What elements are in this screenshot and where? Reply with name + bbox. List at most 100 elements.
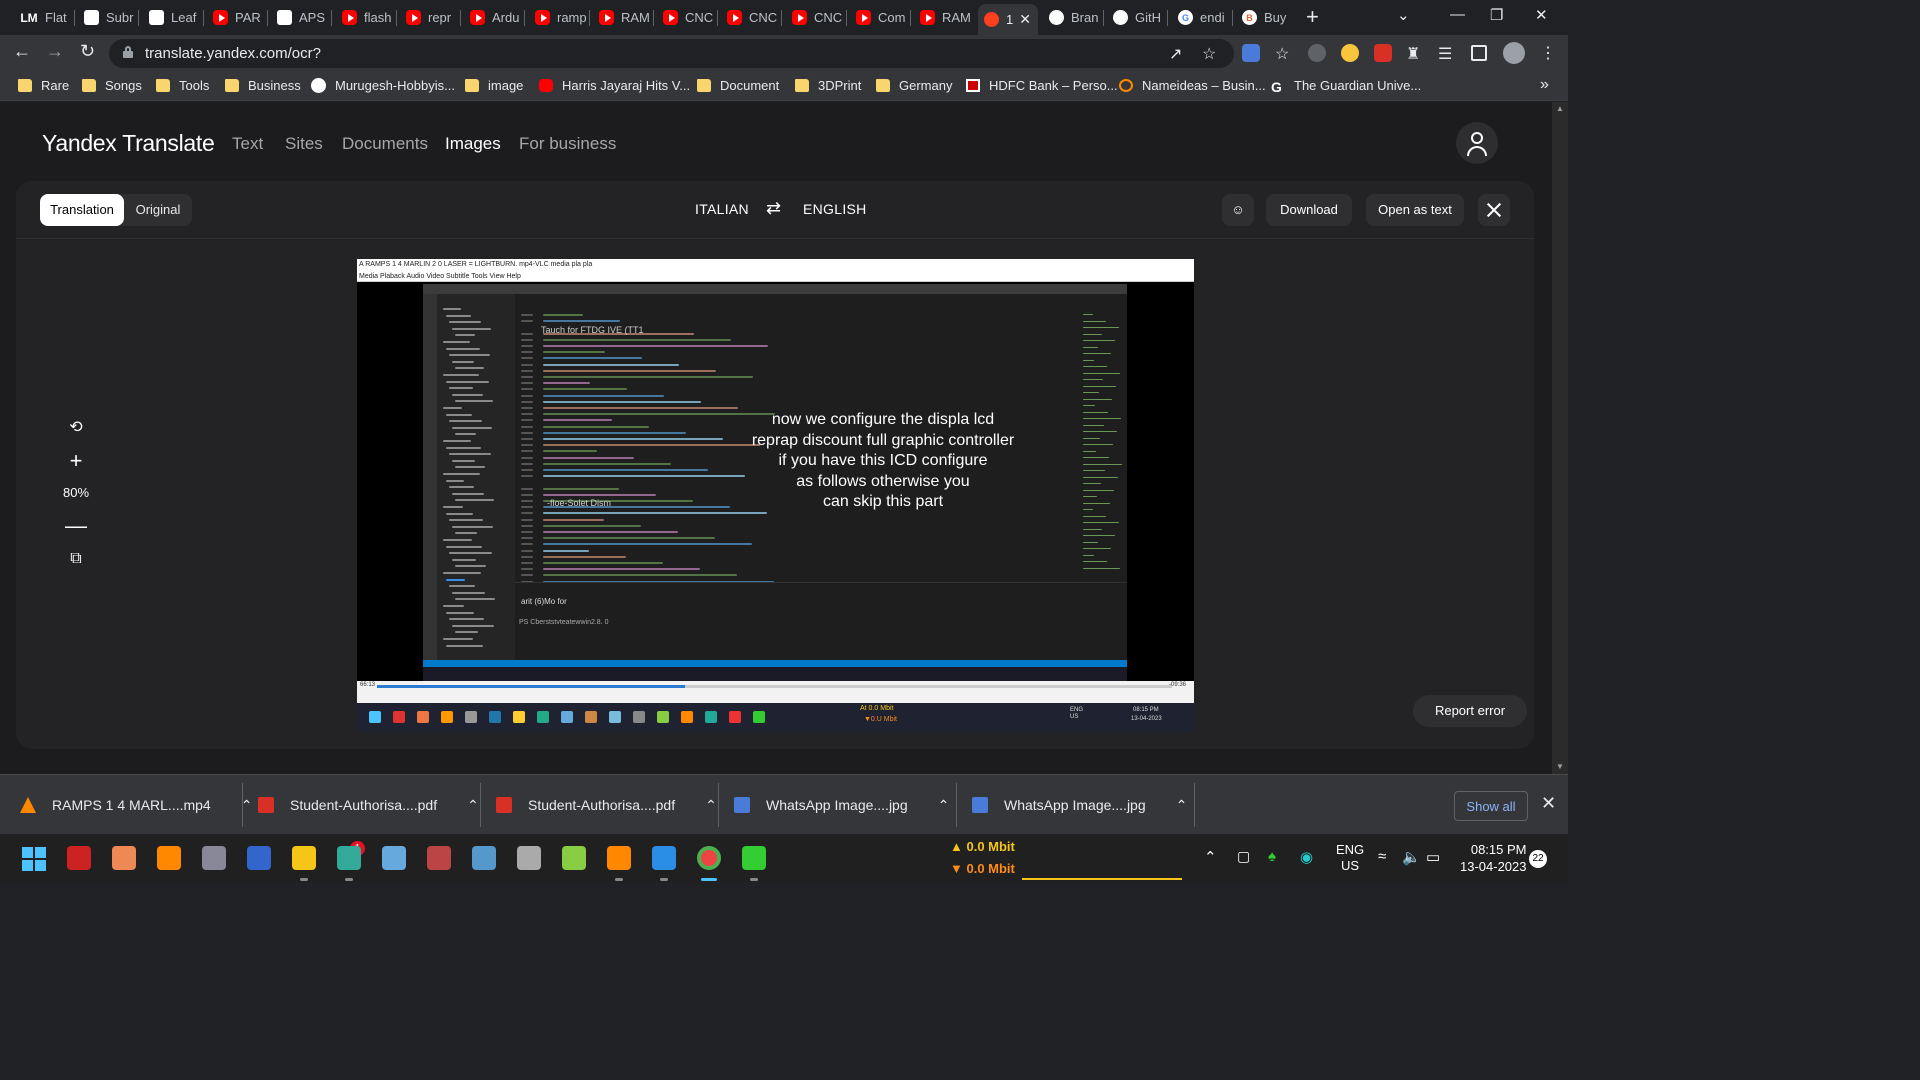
vlc-app-icon[interactable]	[607, 846, 631, 870]
translation-view-button[interactable]: Translation	[40, 194, 124, 226]
fit-icon[interactable]: ⧉	[50, 542, 102, 575]
bookmark-item[interactable]: G The Guardian Unive...	[1271, 78, 1421, 95]
rotate-icon[interactable]: ⟲	[50, 411, 102, 444]
bookmark-item[interactable]: image	[465, 78, 523, 93]
volume-icon[interactable]: 🔈	[1402, 848, 1421, 866]
browser-tab[interactable]: PAR	[207, 4, 265, 31]
menu-icon[interactable]: ⋮	[1540, 43, 1556, 63]
bookmark-item[interactable]: Germany	[876, 78, 952, 93]
minimize-icon[interactable]: —	[1450, 6, 1465, 23]
browser-tab[interactable]: 1 ✕	[978, 4, 1038, 35]
bookmarks-overflow-icon[interactable]: »	[1540, 76, 1549, 94]
windows-start-icon[interactable]	[22, 847, 46, 871]
restore-icon[interactable]: ❐	[1490, 6, 1503, 24]
chevron-up-icon[interactable]: ⌃	[938, 797, 950, 814]
browser-tab[interactable]: CNC	[657, 4, 715, 31]
page-scrollbar[interactable]: ▲ ▼	[1552, 102, 1568, 774]
nav-text[interactable]: Text	[232, 134, 263, 154]
tab-search-icon[interactable]: ⌄	[1397, 6, 1410, 24]
chrome-app-icon[interactable]	[697, 846, 721, 870]
close-downloads-icon[interactable]: ✕	[1541, 793, 1556, 814]
bookmark-item[interactable]: Murugesh-Hobbyis...	[311, 78, 455, 93]
nav-for-business[interactable]: For business	[519, 134, 616, 154]
download-button[interactable]: Download	[1266, 194, 1352, 226]
extension-icon-2[interactable]	[1341, 44, 1359, 62]
profile-avatar[interactable]	[1503, 42, 1525, 64]
cura-app-icon[interactable]	[247, 846, 271, 870]
bookmark-item[interactable]: Rare	[18, 78, 69, 93]
bookmark-item[interactable]: Business	[225, 78, 301, 93]
url-text[interactable]: translate.yandex.com/ocr?	[145, 45, 321, 62]
show-all-button[interactable]: Show all	[1454, 791, 1528, 821]
logo[interactable]: Yandex Translate	[42, 130, 215, 157]
scroll-down-icon[interactable]: ▼	[1556, 762, 1564, 771]
download-item[interactable]: WhatsApp Image....jpg ⌃	[734, 775, 949, 835]
browser-tab[interactable]: Ardu	[464, 4, 522, 31]
bookmark-item[interactable]: Songs	[82, 78, 142, 93]
fusion-app-icon[interactable]	[112, 846, 136, 870]
browser-tab[interactable]: CNC	[721, 4, 779, 31]
browser-tab[interactable]: Leaf	[143, 4, 201, 31]
notification-count[interactable]: 22	[1529, 850, 1547, 868]
report-error-button[interactable]: Report error	[1413, 695, 1527, 727]
scroll-up-icon[interactable]: ▲	[1556, 104, 1564, 113]
download-item[interactable]: Student-Authorisa....pdf ⌃	[496, 775, 717, 835]
browser-tab[interactable]: RAM	[914, 4, 972, 31]
browser-tab[interactable]: LM Flat	[14, 4, 72, 31]
address-bar[interactable]: translate.yandex.com/ocr? ↗ ☆	[109, 39, 1234, 68]
zoom-in-icon[interactable]: +	[50, 444, 102, 477]
emoji-icon[interactable]: ☺	[1222, 194, 1254, 226]
extension-icon-3[interactable]	[1374, 44, 1392, 62]
browser-tab[interactable]: CNC	[786, 4, 844, 31]
download-item[interactable]: RAMPS 1 4 MARL....mp4 ⌃	[20, 775, 252, 835]
star-extension-icon[interactable]: ☆	[1275, 44, 1289, 64]
open-as-text-button[interactable]: Open as text	[1366, 194, 1464, 226]
share-icon[interactable]: ↗	[1169, 44, 1182, 64]
app-icon-2[interactable]	[472, 846, 496, 870]
wifi-icon[interactable]: ≈	[1378, 848, 1386, 865]
chevron-up-icon[interactable]: ⌃	[1176, 797, 1188, 814]
search-app-icon[interactable]	[157, 846, 181, 870]
side-panel-icon[interactable]	[1471, 45, 1487, 61]
bookmark-item[interactable]: HDFC Bank – Perso...	[966, 78, 1118, 93]
tray-app-icon[interactable]: ▢	[1237, 848, 1250, 865]
app-icon-5[interactable]	[742, 846, 766, 870]
media-icon[interactable]: ☰	[1438, 44, 1452, 64]
swap-languages-icon[interactable]: ⇄	[766, 198, 781, 219]
app-icon-3[interactable]	[517, 846, 541, 870]
close-icon[interactable]	[1478, 194, 1510, 226]
settings-app-icon[interactable]	[202, 846, 226, 870]
language-indicator[interactable]: ENG US	[1336, 842, 1364, 874]
bookmark-item[interactable]: Tools	[156, 78, 209, 93]
tray-chevron-icon[interactable]: ⌃	[1204, 848, 1217, 866]
tray-app-icon-2[interactable]: ♠	[1268, 848, 1276, 865]
browser-tab[interactable]: flash	[336, 4, 394, 31]
puzzle-icon[interactable]: ♜	[1406, 44, 1420, 64]
photos-app-icon[interactable]	[382, 846, 406, 870]
file-explorer-icon[interactable]	[292, 846, 316, 870]
browser-tab[interactable]: Com	[850, 4, 908, 31]
browser-tab[interactable]: APS	[271, 4, 329, 31]
source-language[interactable]: ITALIAN	[695, 201, 749, 217]
extension-icon[interactable]	[1308, 44, 1326, 62]
chevron-up-icon[interactable]: ⌃	[467, 797, 479, 814]
new-tab-button[interactable]: +	[1306, 4, 1319, 30]
zoom-out-icon[interactable]: —	[50, 509, 102, 542]
window-close-icon[interactable]: ✕	[1535, 6, 1548, 24]
tray-eye-icon[interactable]: ◉	[1300, 848, 1313, 866]
lock-icon[interactable]	[123, 46, 133, 58]
bookmark-item[interactable]: Document	[697, 78, 779, 93]
target-language[interactable]: ENGLISH	[803, 201, 867, 217]
bookmark-item[interactable]: 3DPrint	[795, 78, 861, 93]
bookmark-star-icon[interactable]: ☆	[1202, 44, 1216, 64]
reload-icon[interactable]: ↻	[80, 41, 95, 62]
chevron-up-icon[interactable]: ⌃	[705, 797, 717, 814]
app-icon[interactable]	[337, 846, 361, 870]
browser-tab[interactable]: RAM	[593, 4, 651, 31]
browser-tab[interactable]: B Buy	[1236, 4, 1294, 31]
nav-sites[interactable]: Sites	[285, 134, 323, 154]
battery-icon[interactable]: ▭	[1426, 848, 1440, 866]
browser-tab[interactable]: Subr	[78, 4, 136, 31]
browser-tab[interactable]: Bran	[1043, 4, 1101, 31]
translate-extension-icon[interactable]	[1242, 44, 1260, 62]
